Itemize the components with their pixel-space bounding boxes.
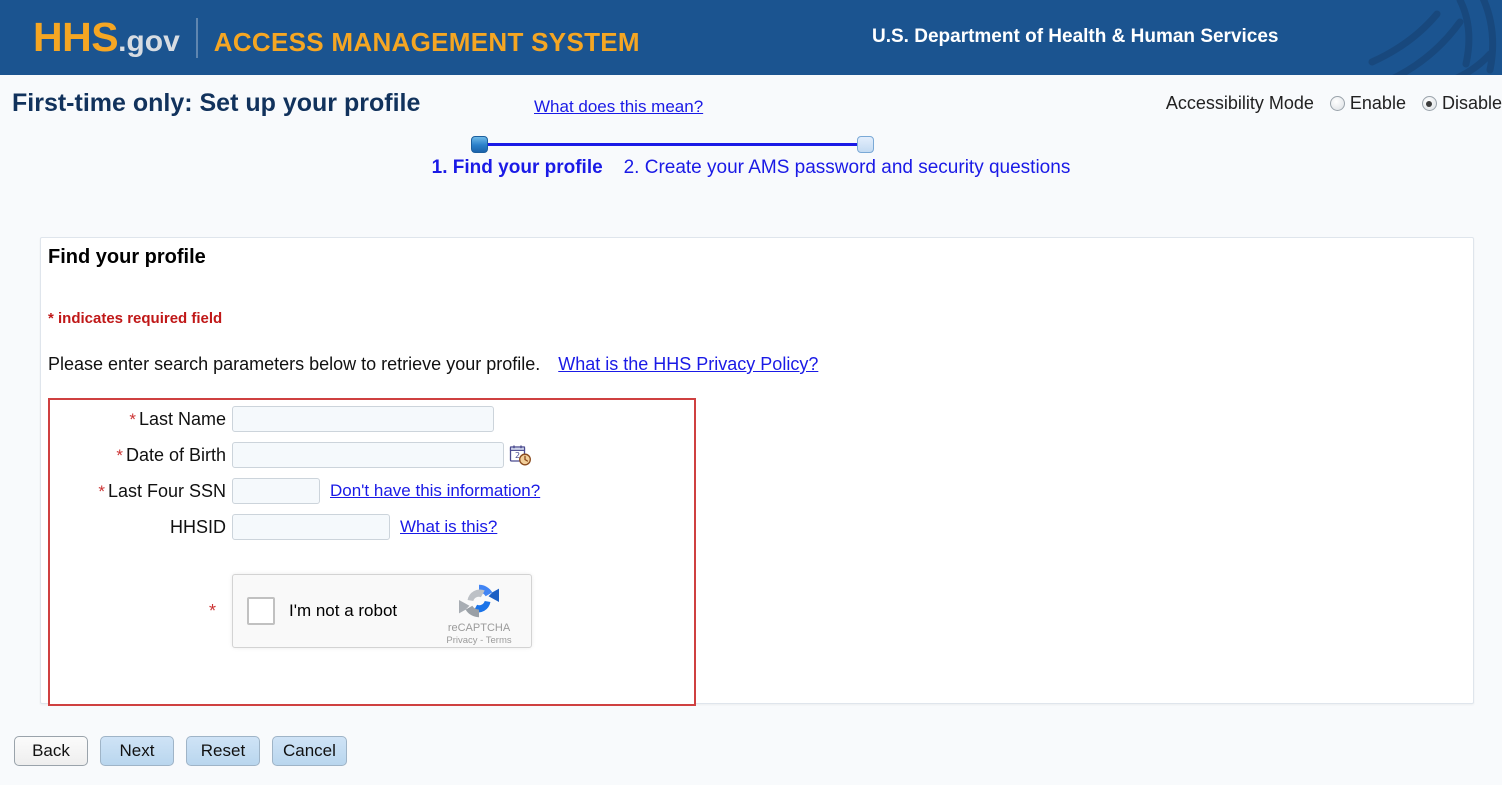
step-2-label[interactable]: 2. Create your AMS password and security… bbox=[624, 157, 1071, 178]
recaptcha-legal-links[interactable]: Privacy - Terms bbox=[437, 635, 521, 647]
hhsid-label: HHSID bbox=[50, 517, 232, 538]
recaptcha-label: I'm not a robot bbox=[289, 601, 398, 620]
logo-divider bbox=[195, 17, 198, 58]
last-four-ssn-input[interactable] bbox=[232, 478, 320, 504]
step-1-label[interactable]: 1. Find your profile bbox=[432, 157, 603, 178]
hhsid-label-text: HHSID bbox=[169, 516, 226, 537]
step-2-marker[interactable] bbox=[857, 136, 874, 153]
accessibility-disable-label[interactable]: Disable bbox=[1442, 93, 1502, 114]
last-four-ssn-label-text: Last Four SSN bbox=[107, 480, 226, 501]
accessibility-mode-label: Accessibility Mode bbox=[1165, 93, 1314, 113]
step-indicator: 1. Find your profile 2. Create your AMS … bbox=[0, 129, 1502, 191]
step-1-marker[interactable] bbox=[471, 136, 488, 153]
required-asterisk: * bbox=[98, 481, 105, 501]
privacy-policy-link[interactable]: What is the HHS Privacy Policy? bbox=[558, 354, 818, 374]
accessibility-enable-label[interactable]: Enable bbox=[1350, 93, 1406, 114]
instructions-sentence: Please enter search parameters below to … bbox=[48, 354, 541, 374]
what-is-this-link[interactable]: What is this? bbox=[400, 517, 497, 537]
form-action-buttons: Back Next Reset Cancel bbox=[14, 736, 347, 766]
date-of-birth-input[interactable] bbox=[232, 442, 504, 468]
captcha-row: * I'm not a robot reCAPTCHA Privacy - Te… bbox=[50, 574, 694, 648]
search-parameters-box: * Last Name * Date of Birth 2 * Last Fou… bbox=[48, 398, 696, 706]
hhs-gov-text: .gov bbox=[118, 25, 180, 58]
last-name-label-text: Last Name bbox=[138, 408, 226, 429]
cancel-button[interactable]: Cancel bbox=[272, 736, 347, 766]
reset-button[interactable]: Reset bbox=[186, 736, 260, 766]
date-of-birth-label-text: Date of Birth bbox=[125, 444, 226, 465]
last-four-ssn-label: * Last Four SSN bbox=[50, 481, 232, 502]
page-title-row: First-time only: Set up your profile Wha… bbox=[0, 75, 1502, 129]
required-field-note: * indicates required field bbox=[48, 310, 223, 327]
accessibility-disable-radio[interactable] bbox=[1421, 96, 1437, 111]
find-profile-panel: Find your profile * indicates required f… bbox=[40, 237, 1474, 706]
hhsid-input[interactable] bbox=[232, 514, 390, 540]
department-name: U.S. Department of Health & Human Servic… bbox=[872, 26, 1279, 47]
hhs-logo-text: HHS bbox=[33, 14, 119, 60]
recaptcha-logo-icon bbox=[459, 584, 499, 618]
panel-heading: Find your profile bbox=[48, 246, 206, 268]
page-title: First-time only: Set up your profile bbox=[12, 89, 421, 117]
captcha-required-asterisk: * bbox=[208, 600, 216, 621]
field-row-hhsid: HHSID What is this? bbox=[50, 510, 694, 544]
recaptcha-widget[interactable]: I'm not a robot reCAPTCHA Privacy - Term… bbox=[232, 574, 532, 648]
recaptcha-branding: reCAPTCHA Privacy - Terms bbox=[437, 581, 521, 647]
next-button[interactable]: Next bbox=[100, 736, 174, 766]
hhs-seal-watermark bbox=[1368, 0, 1497, 75]
required-asterisk: * bbox=[116, 445, 123, 465]
recaptcha-checkbox[interactable] bbox=[247, 597, 275, 625]
field-row-last-name: * Last Name bbox=[50, 402, 694, 436]
hhs-logo[interactable]: HHS .gov ACCESS MANAGEMENT SYSTEM bbox=[33, 17, 640, 58]
instructions-text: Please enter search parameters below to … bbox=[48, 354, 818, 375]
accessibility-enable-radio[interactable] bbox=[1329, 96, 1345, 111]
date-of-birth-label: * Date of Birth bbox=[50, 445, 232, 466]
recaptcha-brand-text: reCAPTCHA bbox=[447, 622, 511, 634]
accessibility-mode-group: Accessibility Mode Enable Disable bbox=[1166, 93, 1502, 114]
field-row-last-four-ssn: * Last Four SSN Don't have this informati… bbox=[50, 474, 694, 508]
last-name-input[interactable] bbox=[232, 406, 494, 432]
step-connector-line bbox=[481, 143, 866, 146]
system-name-text: ACCESS MANAGEMENT SYSTEM bbox=[213, 27, 640, 57]
required-asterisk: * bbox=[129, 409, 136, 429]
last-name-label: * Last Name bbox=[50, 409, 232, 430]
dont-have-this-information-link[interactable]: Don't have this information? bbox=[330, 481, 540, 501]
back-button[interactable]: Back bbox=[14, 736, 88, 766]
field-row-date-of-birth: * Date of Birth 2 bbox=[50, 438, 694, 472]
what-does-this-mean-link[interactable]: What does this mean? bbox=[534, 97, 703, 117]
calendar-icon[interactable]: 2 bbox=[509, 444, 531, 466]
step-labels: 1. Find your profile 2. Create your AMS … bbox=[0, 157, 1502, 179]
site-banner: HHS .gov ACCESS MANAGEMENT SYSTEM U.S. D… bbox=[0, 0, 1502, 75]
